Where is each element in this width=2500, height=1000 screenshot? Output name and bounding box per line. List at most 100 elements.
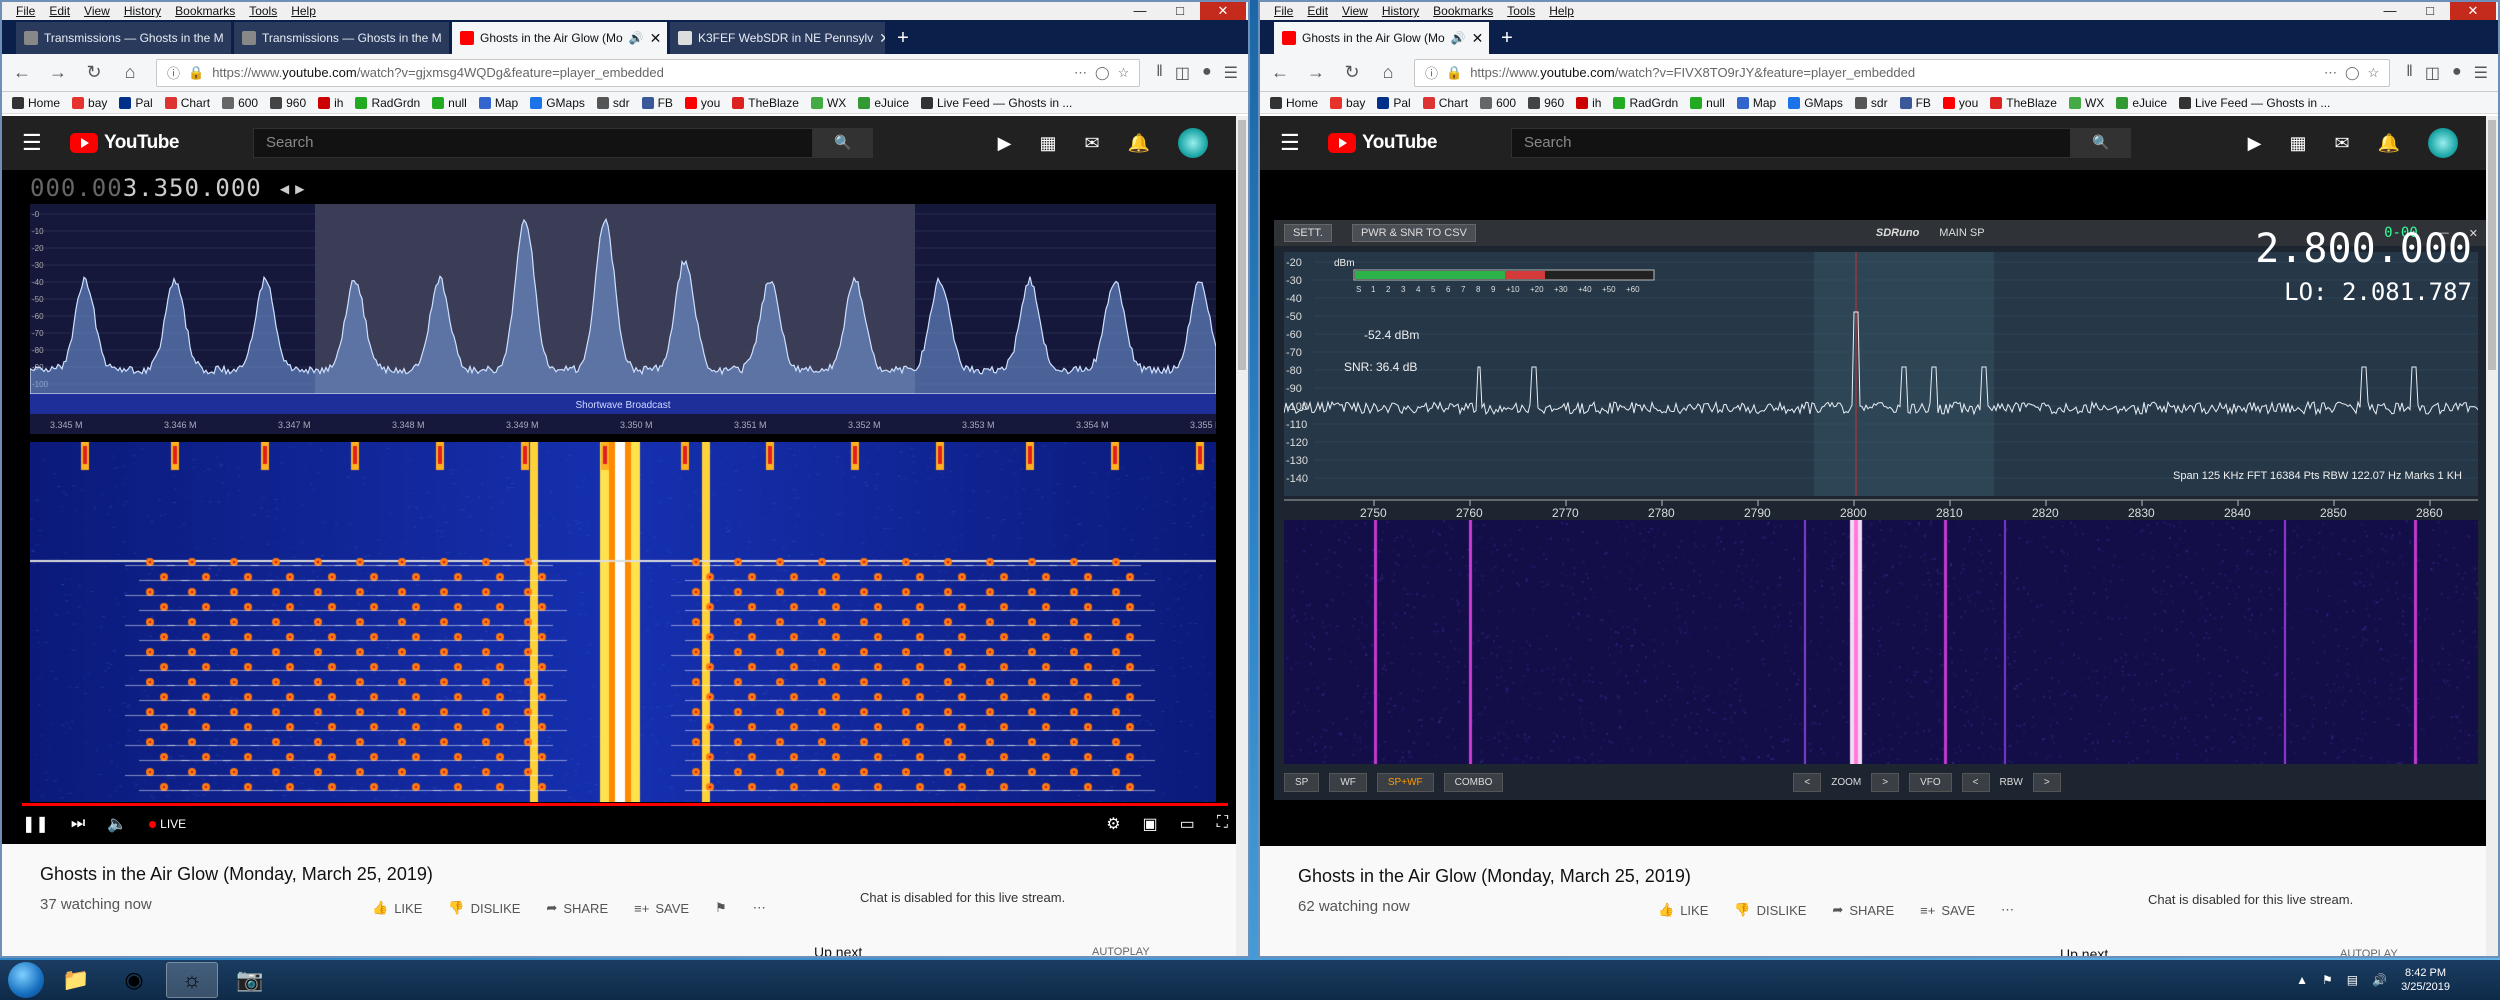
more-actions-icon[interactable]: ⋯	[753, 900, 766, 916]
rbw-right-button[interactable]: >	[2033, 773, 2061, 792]
theater-mode-icon[interactable]: ▭	[1180, 814, 1195, 834]
bookmark-6[interactable]: ih	[318, 96, 343, 110]
menu-help[interactable]: Help	[1549, 4, 1574, 18]
bookmark-1[interactable]: bay	[1330, 96, 1365, 110]
menu-hamburger-icon[interactable]: ☰	[1224, 63, 1238, 83]
share-button[interactable]: ➦ SHARE	[1832, 902, 1894, 918]
bookmark-7[interactable]: RadGrdn	[1613, 96, 1678, 110]
menu-history[interactable]: History	[124, 4, 161, 18]
library-icon[interactable]: ‖	[2406, 63, 2413, 83]
bookmark-8[interactable]: null	[1690, 96, 1725, 110]
back-icon[interactable]: ←	[1270, 62, 1290, 83]
bookmark-12[interactable]: FB	[1900, 96, 1931, 110]
menu-edit[interactable]: Edit	[49, 4, 70, 18]
tab-close-icon[interactable]: ✕	[879, 30, 885, 47]
wf-button[interactable]: WF	[1329, 773, 1367, 792]
tab-transmissions-1[interactable]: Transmissions — Ghosts in the M ✕	[16, 22, 231, 54]
search-icon[interactable]: 🔍	[2071, 128, 2131, 158]
bookmark-13[interactable]: you	[1943, 96, 1978, 110]
bookmark-10[interactable]: GMaps	[530, 96, 585, 110]
video-player[interactable]: 000.003.350.000 ◂▸ -0 -10 -20 -30 -40 -50 -60-…	[2, 170, 1248, 844]
messages-icon[interactable]: ✉	[2334, 133, 2349, 154]
bookmark-0[interactable]: Home	[12, 96, 60, 110]
bookmark-11[interactable]: sdr	[1855, 96, 1888, 110]
bookmark-13[interactable]: you	[685, 96, 720, 110]
menu-help[interactable]: Help	[291, 4, 316, 18]
bookmark-5[interactable]: 960	[270, 96, 306, 110]
bookmark-2[interactable]: Pal	[119, 96, 152, 110]
bookmark-0[interactable]: Home	[1270, 96, 1318, 110]
address-bar[interactable]: ⓘ 🔒 https://www.youtube.com/watch?v=gjxms…	[156, 59, 1140, 87]
vfo-button[interactable]: VFO	[1909, 773, 1952, 792]
minimize-button[interactable]: —	[2370, 2, 2410, 20]
save-button[interactable]: ≡+ SAVE	[1920, 903, 1975, 918]
library-icon[interactable]: ‖	[1156, 63, 1163, 83]
youtube-logo[interactable]: YouTube	[1328, 132, 1437, 154]
more-actions-icon[interactable]: ⋯	[2001, 902, 2014, 918]
bookmark-17[interactable]: Live Feed — Ghosts in ...	[921, 96, 1072, 110]
search-input[interactable]: Search	[1511, 128, 2071, 158]
search-input[interactable]: Search	[253, 128, 813, 158]
tab-ghosts-active[interactable]: Ghosts in the Air Glow (Mo 🔊 ✕	[1274, 22, 1489, 54]
bookmark-17[interactable]: Live Feed — Ghosts in ...	[2179, 96, 2330, 110]
bookmark-7[interactable]: RadGrdn	[355, 96, 420, 110]
search-icon[interactable]: 🔍	[813, 128, 873, 158]
avatar[interactable]	[1178, 128, 1208, 158]
sidebar-icon[interactable]: ◫	[1175, 63, 1190, 83]
dislike-button[interactable]: 👎 DISLIKE	[448, 900, 520, 916]
bookmark-5[interactable]: 960	[1528, 96, 1564, 110]
miniplayer-icon[interactable]: ▣	[1143, 814, 1158, 834]
speaker-icon[interactable]: 🔊	[629, 31, 644, 45]
notifications-bell-icon[interactable]: 🔔	[2378, 133, 2400, 154]
home-icon[interactable]: ⌂	[1378, 62, 1398, 83]
scrollbar-thumb[interactable]	[2488, 120, 2496, 370]
bookmark-8[interactable]: null	[432, 96, 467, 110]
avatar[interactable]	[2428, 128, 2458, 158]
bookmark-9[interactable]: Map	[1737, 96, 1776, 110]
tab-transmissions-2[interactable]: Transmissions — Ghosts in the M ✕	[234, 22, 449, 54]
bookmark-star-icon[interactable]: ☆	[1118, 65, 1130, 81]
rbw-left-button[interactable]: <	[1962, 773, 1990, 792]
bookmark-9[interactable]: Map	[479, 96, 518, 110]
tab-close-icon[interactable]: ✕	[1472, 30, 1484, 47]
minimize-button[interactable]: —	[1120, 2, 1160, 20]
forward-icon[interactable]: →	[48, 62, 68, 83]
guide-menu-icon[interactable]: ☰	[22, 130, 46, 156]
zoom-right-button[interactable]: >	[1871, 773, 1899, 792]
bookmark-3[interactable]: Chart	[1423, 96, 1468, 110]
close-window-button[interactable]: ✕	[2450, 2, 2496, 20]
next-icon[interactable]: ⏭	[71, 815, 85, 833]
forward-icon[interactable]: →	[1306, 62, 1326, 83]
live-badge[interactable]: LIVE	[149, 817, 186, 831]
camera-app-icon[interactable]: 📷	[224, 962, 276, 998]
bookmark-4[interactable]: 600	[222, 96, 258, 110]
create-video-icon[interactable]: ▶	[998, 133, 1012, 154]
bookmark-10[interactable]: GMaps	[1788, 96, 1843, 110]
volume-icon[interactable]: 🔈	[107, 814, 127, 834]
notifications-bell-icon[interactable]: 🔔	[1128, 133, 1150, 154]
like-button[interactable]: 👍 LIKE	[1658, 902, 1708, 918]
close-window-button[interactable]: ✕	[1200, 2, 1246, 20]
tab-ghosts-active[interactable]: Ghosts in the Air Glow (Mo 🔊 ✕	[452, 22, 667, 54]
maximize-button[interactable]: □	[1160, 2, 1200, 20]
action-center-flag-icon[interactable]: ⚑	[2322, 973, 2333, 987]
start-button[interactable]	[8, 962, 44, 998]
bookmark-11[interactable]: sdr	[597, 96, 630, 110]
menu-tools[interactable]: Tools	[1507, 4, 1535, 18]
bookmark-16[interactable]: eJuice	[858, 96, 909, 110]
zoom-left-button[interactable]: <	[1793, 773, 1821, 792]
page-scrollbar[interactable]	[1236, 116, 1248, 956]
menu-tools[interactable]: Tools	[249, 4, 277, 18]
info-icon[interactable]: ⓘ	[167, 63, 180, 82]
combo-button[interactable]: COMBO	[1444, 773, 1504, 792]
pwr-snr-csv-button[interactable]: PWR & SNR TO CSV	[1352, 224, 1476, 242]
bookmark-15[interactable]: WX	[2069, 96, 2104, 110]
bookmark-14[interactable]: TheBlaze	[732, 96, 799, 110]
pocket-icon[interactable]: ◯	[1095, 65, 1110, 81]
page-actions-icon[interactable]: ⋯	[2324, 65, 2337, 81]
report-flag-icon[interactable]: ⚑	[715, 900, 727, 916]
firefox-icon[interactable]: ☼	[166, 962, 218, 998]
reload-icon[interactable]: ↻	[84, 62, 104, 83]
home-icon[interactable]: ⌂	[120, 62, 140, 83]
bookmark-3[interactable]: Chart	[165, 96, 210, 110]
